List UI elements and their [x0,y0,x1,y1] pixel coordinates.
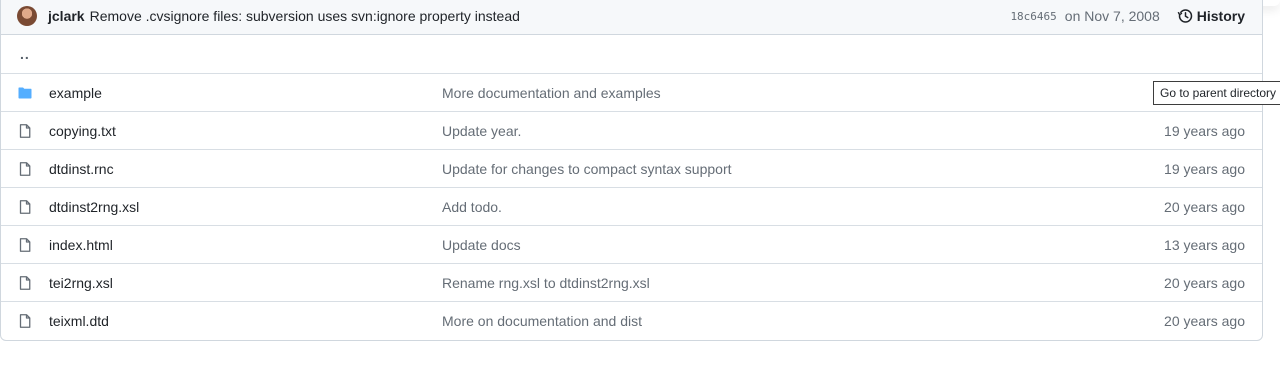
file-icon [17,161,33,177]
file-icon [17,237,33,253]
file-icon [17,313,33,329]
commit-sha-link[interactable]: 18c6465 [1010,10,1056,23]
file-name-link[interactable]: tei2rng.xsl [49,275,113,291]
history-label: History [1196,8,1245,24]
file-name-link[interactable]: dtdinst.rnc [49,161,114,177]
file-name-link[interactable]: example [49,85,102,101]
file-commit-message-link[interactable]: Rename rng.xsl to dtdinst2rng.xsl [442,275,650,291]
history-icon [1177,9,1193,23]
file-row[interactable]: teixml.dtd More on documentation and dist… [1,301,1262,339]
file-commit-date: 20 years ago [1164,312,1245,329]
file-commit-date: 19 years ago [1164,160,1245,177]
file-name-link[interactable]: copying.txt [49,123,116,139]
parent-directory-link[interactable]: .. [20,46,30,62]
latest-commit-bar: jclark Remove .cvsignore files: subversi… [1,0,1262,35]
commit-author-link[interactable]: jclark [48,8,85,24]
file-row[interactable]: index.html Update docs 13 years ago [1,225,1262,263]
tooltip: Go to parent directory [1153,81,1280,105]
file-name-link[interactable]: teixml.dtd [49,313,109,329]
file-row[interactable]: tei2rng.xsl Rename rng.xsl to dtdinst2rng… [1,263,1262,301]
file-commit-message-link[interactable]: Update for changes to compact syntax sup… [442,161,732,177]
file-row[interactable]: dtdinst2rng.xsl Add todo. 20 years ago [1,187,1262,225]
file-commit-date: 19 years ago [1164,122,1245,139]
file-commit-message-link[interactable]: Add todo. [442,199,502,215]
file-browser: jclark Remove .cvsignore files: subversi… [0,0,1263,341]
file-commit-date: 20 years ago [1164,274,1245,291]
file-icon [17,275,33,291]
file-commit-message-link[interactable]: Update docs [442,237,521,253]
file-commit-date: 20 years ago [1164,198,1245,215]
folder-icon [17,85,33,101]
commit-message-link[interactable]: Remove .cvsignore files: subversion uses… [90,8,520,24]
commit-date: on Nov 7, 2008 [1064,8,1160,24]
history-button[interactable]: History [1177,8,1245,24]
parent-directory-row[interactable]: .. [1,35,1262,73]
file-row[interactable]: example More documentation and examples [1,73,1262,111]
file-icon [17,123,33,139]
author-avatar[interactable] [17,5,37,26]
file-icon [17,199,33,215]
file-row[interactable]: dtdinst.rnc Update for changes to compact… [1,149,1262,187]
file-row[interactable]: copying.txt Update year. 19 years ago [1,111,1262,149]
file-commit-message-link[interactable]: Update year. [442,123,521,139]
file-commit-message-link[interactable]: More on documentation and dist [442,313,642,329]
file-name-link[interactable]: dtdinst2rng.xsl [49,199,139,215]
file-commit-date: 13 years ago [1164,236,1245,253]
commit-meta: 18c6465 on Nov 7, 2008 History [1010,0,1245,35]
file-name-link[interactable]: index.html [49,237,113,253]
file-commit-message-link[interactable]: More documentation and examples [442,85,661,101]
